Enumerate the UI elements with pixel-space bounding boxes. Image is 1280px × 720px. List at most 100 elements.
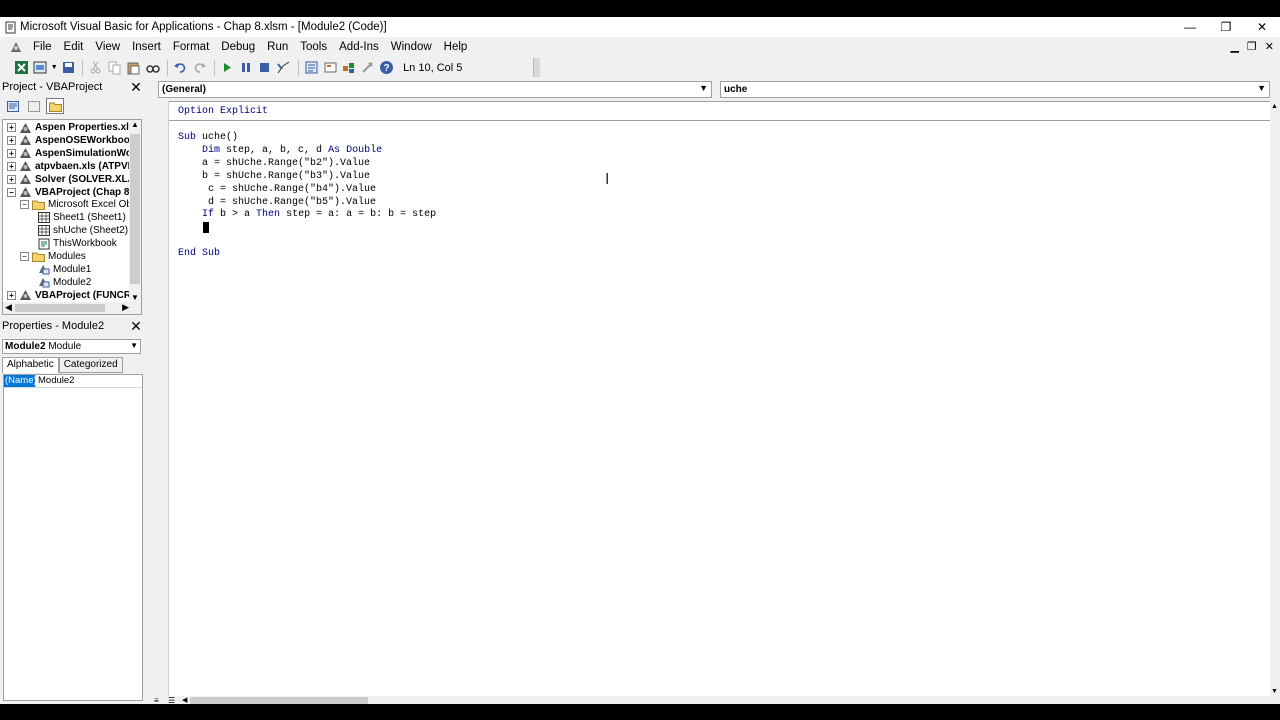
code-line[interactable]: Sub uche() [178,132,238,144]
scroll-up-arrow-icon[interactable]: ▲ [131,120,139,129]
menu-format[interactable]: Format [167,41,215,53]
run-icon[interactable] [218,59,235,76]
tree-item[interactable]: − VBAProject (Chap 8.x [7,186,138,199]
mdi-restore-button[interactable]: ❐ [1247,40,1257,53]
dropdown-arrow-icon[interactable]: ▼ [51,64,58,71]
minimize-button[interactable]: — [1172,17,1208,37]
save-icon[interactable] [60,59,77,76]
scroll-right-arrow-icon[interactable]: ▶ [122,302,129,313]
tree-item[interactable]: + AspenSimulationWor [7,147,136,160]
help-icon[interactable]: ? [378,59,395,76]
tree-horizontal-scrollbar[interactable]: ◀ ▶ [3,302,141,314]
chevron-down-icon[interactable]: ▼ [130,341,138,350]
full-module-view-icon[interactable]: ≡ [154,696,159,704]
scroll-left-arrow-icon[interactable]: ◀ [182,696,187,704]
expand-icon[interactable]: + [7,148,16,158]
code-line[interactable]: b = shUche.Range("b3").Value [178,171,370,183]
procedure-combo[interactable]: uche ▼ [720,81,1270,98]
design-mode-icon[interactable] [275,59,292,76]
expand-icon[interactable]: + [7,290,16,300]
tree-item[interactable]: shUche (Sheet2) [33,224,128,237]
collapse-icon[interactable]: − [7,187,16,197]
code-line[interactable]: a = shUche.Range("b2").Value [178,158,370,170]
expand-icon[interactable]: + [7,161,16,171]
copy-icon[interactable] [106,59,123,76]
code-margin-indicator-bar[interactable] [154,101,169,697]
reset-icon[interactable] [256,59,273,76]
menu-run[interactable]: Run [261,41,294,53]
code-line[interactable]: End Sub [178,248,220,260]
tree-scroll-thumb[interactable] [130,134,140,284]
toolbar-grip[interactable] [533,58,540,77]
properties-icon[interactable] [322,59,339,76]
collapse-icon[interactable]: − [20,200,29,210]
tree-item[interactable]: Module2 [33,276,91,289]
menu-file[interactable]: File [27,41,58,53]
tree-vertical-scrollbar[interactable]: ▲ ▼ [129,120,141,302]
close-button[interactable]: ✕ [1244,17,1280,37]
excel-icon[interactable] [13,59,30,76]
view-object-icon[interactable] [25,98,43,114]
menu-window[interactable]: Window [385,41,438,53]
properties-pane-close-icon[interactable]: ✕ [129,318,143,334]
object-combo[interactable]: (General) ▼ [158,81,712,98]
toggle-folders-icon[interactable] [46,98,64,114]
code-horizontal-scrollbar[interactable]: ≡ ☰ ◀ [150,696,1280,704]
declaration-line[interactable]: Option Explicit [178,106,268,118]
find-icon[interactable] [144,59,161,76]
menu-view[interactable]: View [89,41,126,53]
tree-item[interactable]: − Microsoft Excel Objec [20,198,141,211]
scroll-left-arrow-icon[interactable]: ◀ [5,302,12,313]
redo-icon[interactable] [191,59,208,76]
scroll-up-arrow-icon[interactable]: ▲ [1271,103,1278,110]
menu-tools[interactable]: Tools [294,41,333,53]
menu-debug[interactable]: Debug [215,41,261,53]
tree-hscroll-thumb[interactable] [15,304,105,312]
restore-button[interactable]: ❐ [1208,17,1244,37]
expand-icon[interactable]: + [7,123,16,132]
code-hscroll-thumb[interactable] [190,697,368,704]
property-row[interactable]: (Name) Module2 [4,375,142,388]
project-explorer-icon[interactable] [303,59,320,76]
vba-menu-icon[interactable] [5,39,27,55]
scroll-down-arrow-icon[interactable]: ▼ [1271,688,1278,695]
menu-insert[interactable]: Insert [126,41,167,53]
code-line[interactable]: If b > a Then step = a: a = b: b = step [178,209,436,221]
object-browser-icon[interactable] [341,59,358,76]
tree-item[interactable]: Sheet1 (Sheet1) [33,211,126,224]
menu-help[interactable]: Help [438,41,474,53]
tab-alphabetic[interactable]: Alphabetic [2,357,59,373]
code-line[interactable]: d = shUche.Range("b5").Value [178,197,376,209]
chevron-down-icon[interactable]: ▼ [699,83,708,93]
tree-item[interactable]: − Modules [20,250,86,263]
menu-add-ins[interactable]: Add-Ins [333,41,385,53]
tab-categorized[interactable]: Categorized [58,357,123,373]
scroll-down-arrow-icon[interactable]: ▼ [131,293,139,302]
view-code-icon[interactable] [4,98,22,114]
tree-item[interactable]: + AspenOSEWorkbookX [7,134,141,147]
tree-item[interactable]: ThisWorkbook [33,237,117,250]
insert-module-icon[interactable] [32,59,49,76]
menu-edit[interactable]: Edit [58,41,90,53]
tree-item[interactable]: + VBAProject (FUNCRES [7,289,141,302]
tree-item[interactable]: Module1 [33,263,91,276]
code-line[interactable]: c = shUche.Range("b4").Value [178,184,376,196]
cut-icon[interactable] [87,59,104,76]
code-line[interactable] [178,222,202,234]
mdi-close-button[interactable]: ✕ [1265,40,1274,53]
toolbox-icon[interactable] [359,59,376,76]
tree-item[interactable]: + atpvbaen.xls (ATPVB [7,160,135,173]
expand-icon[interactable]: + [7,174,16,184]
mdi-minimize-button[interactable]: ▁ [1230,40,1238,53]
undo-icon[interactable] [172,59,189,76]
code-vertical-scrollbar[interactable]: ▲ ▼ [1270,101,1280,697]
procedure-view-icon[interactable]: ☰ [168,696,175,704]
tree-item[interactable]: + Solver (SOLVER.XLAM [7,173,141,186]
project-pane-close-icon[interactable]: ✕ [129,79,143,95]
object-selector-dropdown[interactable]: Module2 Module ▼ [2,339,141,354]
code-line[interactable]: Dim step, a, b, c, d As Double [178,145,382,157]
expand-icon[interactable]: + [7,135,16,145]
property-value[interactable]: Module2 [36,375,74,387]
break-icon[interactable] [237,59,254,76]
chevron-down-icon[interactable]: ▼ [1257,83,1266,93]
